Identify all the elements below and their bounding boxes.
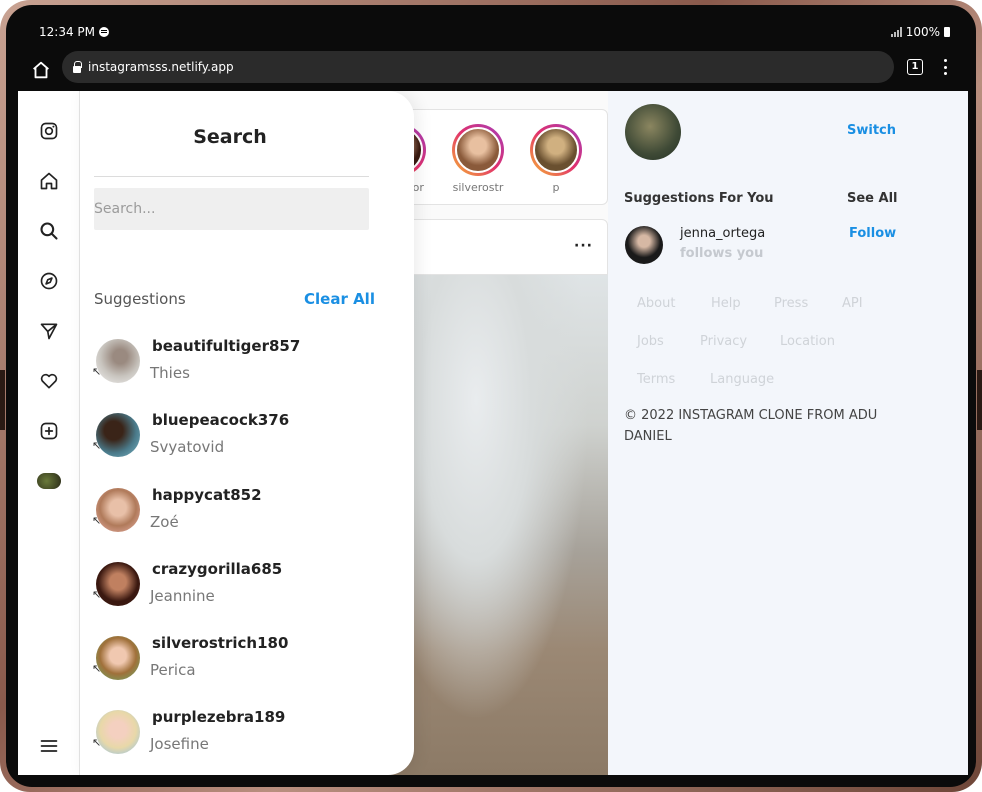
result-username: bluepeacock376 xyxy=(152,411,290,429)
story-item[interactable]: silverostr xyxy=(449,124,507,194)
follow-button[interactable]: Follow xyxy=(849,226,896,241)
search-result-item[interactable]: ↖ bluepeacock376 Svyatovid xyxy=(92,411,369,459)
search-result-item[interactable]: ↖ silverostrich180 Perica xyxy=(92,634,369,682)
device-screen: 12:34 PM 100% instagramsss.netlify.app 1 xyxy=(6,5,976,787)
device-frame: 12:34 PM 100% instagramsss.netlify.app 1 xyxy=(0,0,982,792)
signal-icon xyxy=(890,27,902,37)
remove-result-icon[interactable]: ↖ xyxy=(92,365,101,378)
copyright-text: © 2022 INSTAGRAM CLONE FROM ADU DANIEL xyxy=(624,408,878,444)
footer-link-privacy[interactable]: Privacy xyxy=(700,334,747,349)
browser-home-icon[interactable] xyxy=(30,59,52,81)
address-bar[interactable]: instagramsss.netlify.app xyxy=(62,51,894,83)
result-avatar xyxy=(96,710,140,754)
result-fullname: Jeannine xyxy=(150,587,215,605)
result-username: happycat852 xyxy=(152,486,262,504)
spotify-icon xyxy=(99,27,109,37)
instagram-logo-icon[interactable] xyxy=(37,119,61,143)
browser-toolbar: instagramsss.netlify.app 1 xyxy=(6,51,976,91)
suggestion-subtitle: follows you xyxy=(680,246,764,261)
search-icon[interactable] xyxy=(37,219,61,243)
footer-link-about[interactable]: About xyxy=(637,296,675,311)
see-all-link[interactable]: See All xyxy=(847,191,898,206)
create-post-icon[interactable] xyxy=(37,419,61,443)
profile-avatar-icon[interactable] xyxy=(37,469,61,493)
switch-account-link[interactable]: Switch xyxy=(847,123,896,138)
browser-menu-icon[interactable] xyxy=(942,57,948,77)
story-label: silverostr xyxy=(452,181,504,194)
suggestion-username[interactable]: jenna_ortega xyxy=(680,226,765,241)
divider xyxy=(94,176,369,177)
search-panel: Search Suggestions Clear All ↖ beautiful… xyxy=(80,91,414,775)
footer-link-location[interactable]: Location xyxy=(780,334,835,349)
web-viewport: crazygor silverostr p ··· Switch Sug xyxy=(18,91,968,775)
result-avatar xyxy=(96,488,140,532)
notifications-heart-icon[interactable] xyxy=(37,369,61,393)
search-result-item[interactable]: ↖ crazygorilla685 Jeannine xyxy=(92,560,369,608)
search-result-item[interactable]: ↖ happycat852 Zoé xyxy=(92,486,369,534)
remove-result-icon[interactable]: ↖ xyxy=(92,514,101,527)
result-fullname: Thies xyxy=(150,364,190,382)
status-bar: 12:34 PM 100% xyxy=(6,5,976,51)
device-hinge-left xyxy=(0,370,5,430)
post-options-icon[interactable]: ··· xyxy=(574,238,593,254)
messages-send-icon[interactable] xyxy=(37,319,61,343)
lock-icon xyxy=(72,61,82,73)
footer-link-help[interactable]: Help xyxy=(711,296,741,311)
result-fullname: Svyatovid xyxy=(150,438,225,456)
result-username: crazygorilla685 xyxy=(152,560,283,578)
device-hinge-right xyxy=(977,370,982,430)
right-sidebar: Switch Suggestions For You See All jenna… xyxy=(608,91,968,775)
result-fullname: Perica xyxy=(150,661,196,679)
search-result-item[interactable]: ↖ beautifultiger857 Thies xyxy=(92,337,369,385)
suggestions-label: Suggestions xyxy=(94,290,186,308)
result-avatar xyxy=(96,562,140,606)
battery-icon xyxy=(944,27,950,37)
address-bar-url: instagramsss.netlify.app xyxy=(88,60,234,74)
nav-rail xyxy=(18,91,80,775)
tab-switcher-button[interactable]: 1 xyxy=(907,59,923,75)
remove-result-icon[interactable]: ↖ xyxy=(92,736,101,749)
status-right-group: 100% xyxy=(890,25,950,39)
remove-result-icon[interactable]: ↖ xyxy=(92,588,101,601)
more-menu-icon[interactable] xyxy=(37,734,61,758)
search-result-item[interactable]: ↖ purplezebra189 Josefine xyxy=(92,708,369,756)
current-user-avatar[interactable] xyxy=(625,104,681,160)
result-avatar xyxy=(96,636,140,680)
remove-result-icon[interactable]: ↖ xyxy=(92,439,101,452)
result-fullname: Zoé xyxy=(150,513,179,531)
remove-result-icon[interactable]: ↖ xyxy=(92,662,101,675)
footer-link-press[interactable]: Press xyxy=(774,296,808,311)
battery-percent: 100% xyxy=(905,25,940,39)
status-time: 12:34 PM xyxy=(39,25,95,39)
result-fullname: Josefine xyxy=(150,735,209,753)
result-avatar xyxy=(96,339,140,383)
story-label: p xyxy=(552,181,560,194)
status-time-group: 12:34 PM xyxy=(39,25,109,39)
home-icon[interactable] xyxy=(37,169,61,193)
result-avatar xyxy=(96,413,140,457)
search-input[interactable] xyxy=(94,188,369,230)
suggestion-avatar[interactable] xyxy=(625,226,663,264)
explore-compass-icon[interactable] xyxy=(37,269,61,293)
search-panel-title: Search xyxy=(193,126,267,148)
result-username: beautifultiger857 xyxy=(152,337,301,355)
footer-link-jobs[interactable]: Jobs xyxy=(637,334,664,349)
story-item[interactable]: p xyxy=(527,124,585,194)
footer-link-terms[interactable]: Terms xyxy=(637,372,675,387)
suggestions-title: Suggestions For You xyxy=(624,191,774,206)
footer-link-language[interactable]: Language xyxy=(710,372,774,387)
footer-link-api[interactable]: API xyxy=(842,296,863,311)
result-username: silverostrich180 xyxy=(152,634,289,652)
result-username: purplezebra189 xyxy=(152,708,286,726)
clear-all-button[interactable]: Clear All xyxy=(304,290,375,308)
